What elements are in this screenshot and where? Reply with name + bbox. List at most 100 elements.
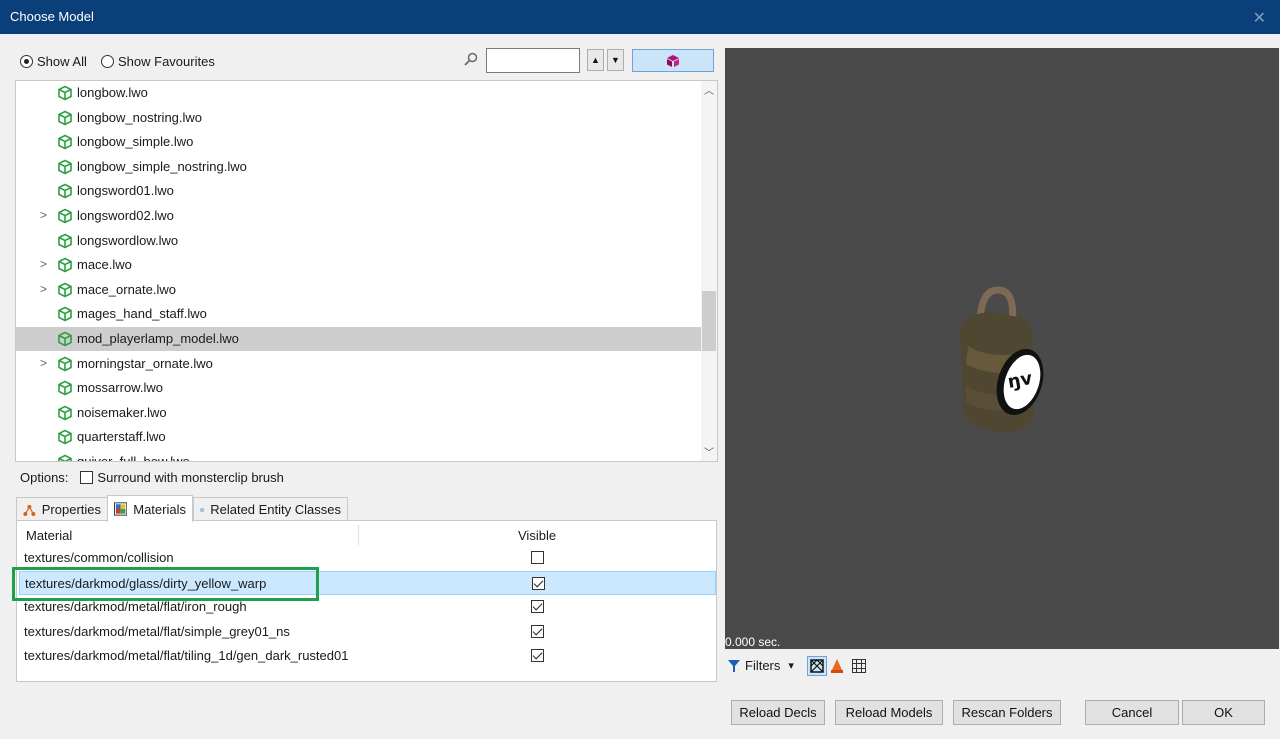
model-preview-viewport[interactable]: ŋv 0.000 sec. [725, 48, 1279, 649]
show-all-radio-indicator[interactable] [20, 54, 33, 68]
material-row[interactable]: textures/darkmod/metal/flat/simple_grey0… [19, 620, 716, 644]
model-cube-icon [57, 429, 73, 445]
tree-item[interactable]: quarterstaff.lwo [16, 425, 702, 449]
search-icon [464, 52, 478, 69]
column-header-material[interactable]: Material [26, 528, 72, 543]
tree-item[interactable]: mossarrow.lwo [16, 376, 702, 400]
materials-icon [114, 502, 128, 516]
tree-item[interactable]: longsword01.lwo [16, 179, 702, 203]
tree-item[interactable]: > morningstar_ornate.lwo [16, 352, 702, 376]
material-visible-checkbox[interactable] [531, 649, 544, 663]
wireframe-icon [810, 659, 824, 673]
expand-chevron-icon[interactable]: > [40, 257, 47, 271]
materials-table-header: Material Visible [17, 521, 716, 549]
rescan-folders-button[interactable]: Rescan Folders [953, 700, 1061, 725]
lighting-icon [831, 659, 843, 673]
tree-item-label: mace_ornate.lwo [77, 282, 176, 297]
tree-item-label: quiver_full_bow.lwo [77, 454, 190, 462]
tab-materials-label: Materials [133, 501, 186, 517]
material-visible-checkbox[interactable] [531, 600, 544, 614]
scroll-down-icon[interactable]: ﹀ [704, 444, 714, 459]
search-next-button[interactable]: ▼ [607, 49, 624, 71]
tree-item-label: noisemaker.lwo [77, 405, 167, 420]
tree-item-label: mossarrow.lwo [77, 380, 163, 395]
render-time-readout: 0.000 sec. [725, 635, 781, 649]
model-cube-icon [57, 233, 73, 249]
filters-button[interactable]: Filters ▾ [727, 658, 807, 673]
tree-scrollbar[interactable]: ︿ ﹀ [701, 81, 717, 461]
tab-related-entity-classes[interactable]: Related Entity Classes [193, 497, 348, 521]
tab-properties[interactable]: Properties [16, 497, 108, 521]
tree-item[interactable]: > mace_ornate.lwo [16, 278, 702, 302]
model-cube-icon [57, 134, 73, 150]
tree-item[interactable]: > mace.lwo [16, 253, 702, 277]
tree-item[interactable]: noisemaker.lwo [16, 401, 702, 425]
material-name: textures/darkmod/metal/flat/iron_rough [24, 599, 247, 615]
grid-toggle[interactable] [849, 656, 869, 676]
tree-item[interactable]: quiver_full_bow.lwo [16, 450, 702, 462]
model-cube-icon [57, 405, 73, 421]
reload-models-button[interactable]: Reload Models [835, 700, 943, 725]
tree-item-label: mace.lwo [77, 257, 132, 272]
options-row: Options: Surround with monsterclip brush [20, 470, 284, 485]
reload-decls-button[interactable]: Reload Decls [731, 700, 825, 725]
title-bar: Choose Model ✕ [0, 0, 1280, 34]
tree-item[interactable]: longbow_simple.lwo [16, 130, 702, 154]
tab-materials[interactable]: Materials [107, 495, 193, 522]
tree-item-label: morningstar_ornate.lwo [77, 356, 213, 371]
show-favourites-radio[interactable]: Show Favourites [101, 53, 215, 69]
selected-material-highlight [12, 567, 319, 601]
cube-icon [667, 54, 679, 67]
filter-funnel-icon [728, 659, 740, 672]
properties-icon [23, 504, 36, 516]
tree-item-label: longsword01.lwo [77, 183, 174, 198]
search-prev-button[interactable]: ▲ [587, 49, 604, 71]
tree-item[interactable]: longswordlow.lwo [16, 229, 702, 253]
show-favourites-radio-indicator[interactable] [101, 54, 114, 68]
lamp-model-render: ŋv [960, 286, 1044, 432]
tree-item[interactable]: mages_hand_staff.lwo [16, 302, 702, 326]
monsterclip-checkbox[interactable] [80, 471, 94, 484]
material-visible-checkbox[interactable] [532, 576, 545, 590]
model-tree[interactable]: longbow.lwo longbow_nostring.lwo longbow_s… [15, 80, 718, 462]
favourites-toggle-button[interactable] [632, 49, 714, 72]
tree-item-label: mod_playerlamp_model.lwo [77, 331, 239, 346]
material-visible-checkbox[interactable] [531, 624, 544, 638]
material-name: textures/darkmod/metal/flat/tiling_1d/ge… [24, 648, 349, 664]
tree-item-label: longbow.lwo [77, 85, 148, 100]
tree-item[interactable]: longbow_simple_nostring.lwo [16, 155, 702, 179]
tree-item-label: longsword02.lwo [77, 208, 174, 223]
tree-item[interactable]: longbow.lwo [16, 81, 702, 105]
column-header-visible[interactable]: Visible [518, 528, 556, 543]
material-visible-checkbox[interactable] [531, 551, 544, 564]
wireframe-toggle[interactable] [807, 656, 827, 676]
model-cube-icon [57, 282, 73, 298]
show-favourites-label: Show Favourites [118, 53, 215, 69]
lighting-toggle[interactable] [827, 656, 847, 676]
options-label: Options: [20, 470, 69, 485]
model-cube-icon [57, 159, 73, 175]
tree-item-label: quarterstaff.lwo [77, 429, 166, 444]
close-icon[interactable]: ✕ [1253, 8, 1266, 28]
expand-chevron-icon[interactable]: > [40, 208, 47, 222]
svg-text:ŋv: ŋv [1006, 368, 1034, 393]
tree-item[interactable]: longbow_nostring.lwo [16, 106, 702, 130]
model-cube-icon [57, 85, 73, 101]
expand-chevron-icon[interactable]: > [40, 356, 47, 370]
tree-item-label: longbow_nostring.lwo [77, 110, 203, 125]
cancel-button[interactable]: Cancel [1085, 700, 1179, 725]
material-name: textures/darkmod/metal/flat/simple_grey0… [24, 623, 290, 639]
material-row[interactable]: textures/darkmod/metal/flat/tiling_1d/ge… [19, 644, 716, 668]
filters-label: Filters [745, 658, 781, 673]
expand-chevron-icon[interactable]: > [40, 282, 47, 296]
search-input[interactable] [486, 48, 580, 73]
model-cube-icon [57, 454, 73, 461]
column-separator[interactable] [358, 525, 359, 545]
ok-button[interactable]: OK [1182, 700, 1265, 725]
scroll-up-icon[interactable]: ︿ [704, 82, 714, 97]
tree-item[interactable]: > longsword02.lwo [16, 204, 702, 228]
show-all-radio[interactable]: Show All [20, 53, 87, 69]
scrollbar-thumb[interactable] [702, 291, 716, 351]
tree-item-label: mages_hand_staff.lwo [77, 306, 207, 321]
tree-item[interactable]: mod_playerlamp_model.lwo [16, 327, 702, 351]
